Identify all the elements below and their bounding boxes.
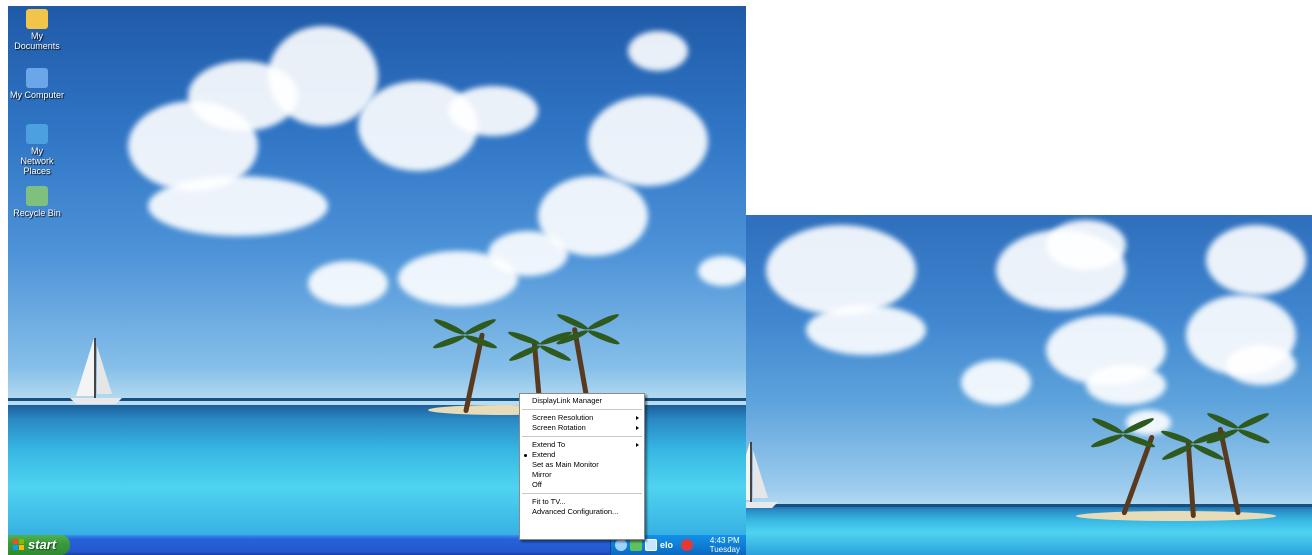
menu-item-screen-rotation[interactable]: Screen Rotation bbox=[520, 423, 644, 433]
menu-item-label: Mirror bbox=[532, 470, 552, 479]
cloud bbox=[628, 31, 688, 71]
sailboat bbox=[70, 338, 122, 404]
cloud bbox=[1046, 220, 1126, 270]
menu-separator bbox=[522, 409, 642, 410]
sailboat bbox=[746, 442, 778, 508]
desktop-icon-label: My Network Places bbox=[20, 146, 54, 176]
menu-item-label: Advanced Configuration... bbox=[532, 507, 619, 516]
start-label: start bbox=[28, 537, 57, 552]
primary-monitor-desktop[interactable]: My Documents My Computer My Network Plac… bbox=[8, 6, 746, 555]
desktop-icon-my-computer[interactable]: My Computer bbox=[8, 68, 66, 100]
cloud bbox=[1226, 345, 1296, 385]
elo-icon[interactable]: elo bbox=[660, 539, 678, 551]
submenu-arrow-icon bbox=[636, 426, 639, 430]
cloud bbox=[488, 231, 568, 276]
network-places-icon bbox=[26, 124, 48, 144]
menu-item-set-as-main-monitor[interactable]: Set as Main Monitor bbox=[520, 460, 644, 470]
menu-item-extend-to[interactable]: Extend To bbox=[520, 440, 644, 450]
cloud bbox=[961, 360, 1031, 405]
menu-item-displaylink-manager[interactable]: DisplayLink Manager bbox=[520, 396, 644, 406]
menu-separator bbox=[522, 436, 642, 437]
dual-monitor-view: My Documents My Computer My Network Plac… bbox=[0, 0, 1312, 555]
menu-item-screen-resolution[interactable]: Screen Resolution bbox=[520, 413, 644, 423]
clock-time: 4:43 PM bbox=[709, 536, 740, 545]
menu-item-label: Set as Main Monitor bbox=[532, 460, 599, 469]
clock-day: Tuesday bbox=[709, 545, 740, 554]
desktop-icon-my-documents[interactable]: My Documents bbox=[8, 9, 66, 51]
menu-item-fit-to-tv[interactable]: Fit to TV... bbox=[520, 497, 644, 507]
desktop-icon-label: Recycle Bin bbox=[13, 208, 61, 218]
menu-item-label: Screen Rotation bbox=[532, 423, 586, 432]
menu-item-label: Off bbox=[532, 480, 542, 489]
menu-item-label: Extend bbox=[532, 450, 556, 459]
menu-item-extend[interactable]: Extend bbox=[520, 450, 644, 460]
menu-item-label: DisplayLink Manager bbox=[532, 396, 603, 405]
submenu-arrow-icon bbox=[636, 416, 639, 420]
cloud bbox=[448, 86, 538, 136]
cloud bbox=[308, 261, 388, 306]
desktop-icon-label: My Computer bbox=[9, 90, 64, 100]
menu-item-off[interactable]: Off bbox=[520, 480, 644, 490]
desktop-icon-recycle-bin[interactable]: Recycle Bin bbox=[8, 186, 66, 218]
menu-item-advanced-configuration[interactable]: Advanced Configuration... bbox=[520, 507, 644, 517]
cloud bbox=[1206, 225, 1306, 295]
clock[interactable]: 4:43 PM Tuesday bbox=[710, 536, 740, 554]
menu-item-mirror[interactable]: Mirror bbox=[520, 470, 644, 480]
radio-selected-icon bbox=[524, 453, 527, 457]
desktop-icon-label: My Documents bbox=[14, 31, 60, 51]
start-button[interactable]: start bbox=[8, 535, 70, 555]
cloud bbox=[698, 256, 746, 286]
submenu-arrow-icon bbox=[636, 443, 639, 447]
menu-item-label: Screen Resolution bbox=[532, 413, 594, 422]
security-icon[interactable] bbox=[681, 539, 693, 551]
displaylink-icon[interactable] bbox=[645, 539, 657, 551]
my-computer-icon bbox=[26, 68, 48, 88]
island bbox=[1076, 511, 1276, 521]
displaylink-context-menu: DisplayLink Manager Screen Resolution Sc… bbox=[519, 393, 645, 540]
cloud bbox=[588, 96, 708, 186]
menu-item-label: Fit to TV... bbox=[532, 497, 566, 506]
cloud bbox=[766, 225, 916, 315]
windows-logo-icon bbox=[13, 539, 25, 551]
desktop-icon-network-places[interactable]: My Network Places bbox=[8, 124, 66, 176]
horizon bbox=[746, 504, 1312, 507]
cloud bbox=[806, 305, 926, 355]
cloud bbox=[1086, 365, 1166, 405]
menu-item-label: Extend To bbox=[532, 440, 566, 449]
cloud bbox=[148, 176, 328, 236]
recycle-bin-icon bbox=[26, 186, 48, 206]
update-icon[interactable] bbox=[630, 539, 642, 551]
menu-separator bbox=[522, 493, 642, 494]
secondary-monitor-desktop[interactable] bbox=[746, 215, 1312, 555]
network-icon[interactable] bbox=[615, 539, 627, 551]
my-documents-icon bbox=[26, 9, 48, 29]
